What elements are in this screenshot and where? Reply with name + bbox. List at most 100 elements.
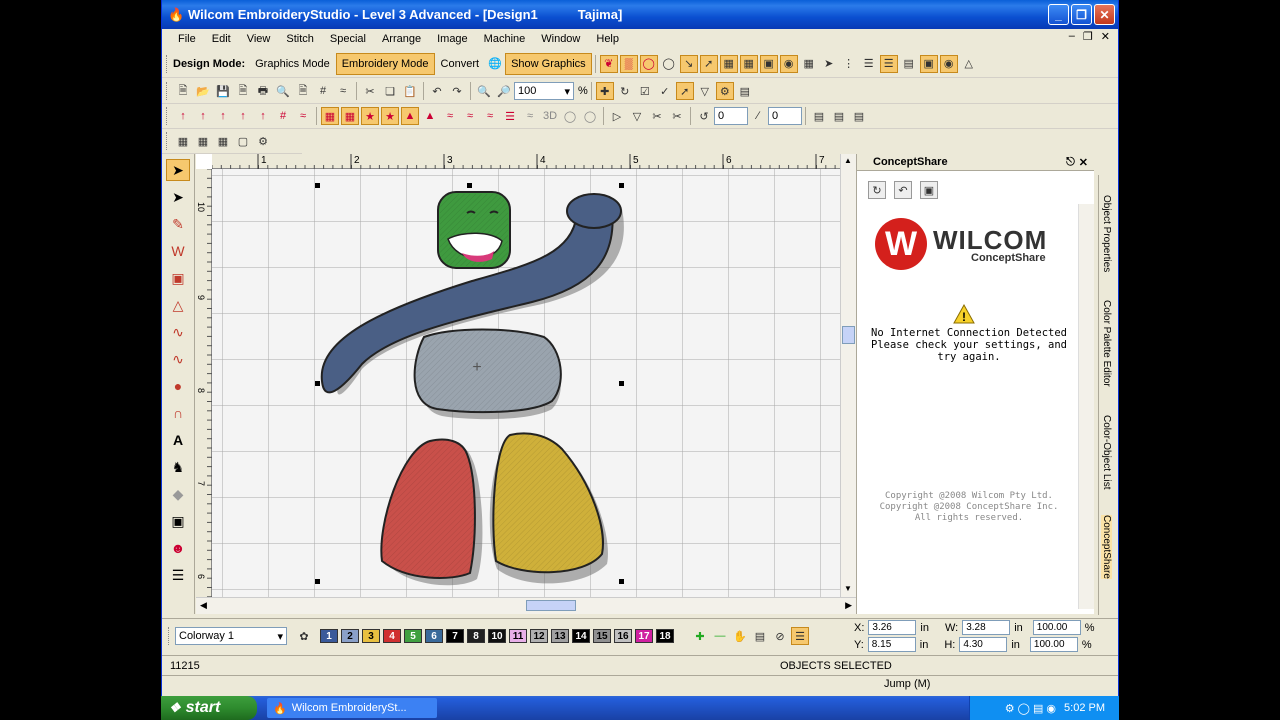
tab-conceptshare[interactable]: ConceptShare [1101,515,1112,579]
frame-tool-icon[interactable]: ▣ [919,54,938,73]
convert-button[interactable]: Convert [435,53,486,75]
view5-icon[interactable]: ⚙ [254,132,272,150]
stitch1-icon[interactable]: ↑ [174,107,192,125]
satin-tool-icon[interactable]: ❦ [599,54,618,73]
fill1-icon[interactable]: ▦ [321,107,339,125]
panel-scrollbar[interactable] [1078,204,1094,609]
monogram-tool-icon[interactable]: W [166,240,190,262]
width-percent-field[interactable]: 100.00 [1032,620,1081,635]
zoom-combo[interactable]: 100 ▾ [514,82,574,100]
color-swatch[interactable]: 3 [362,629,380,643]
pin-icon[interactable]: ⎋ [1066,156,1075,169]
fill4-icon[interactable]: ★ [381,107,399,125]
add-color-icon[interactable]: ✚ [691,627,709,645]
close-button[interactable]: ✕ [1094,4,1115,25]
fill10-icon[interactable]: ☰ [501,107,519,125]
remove-color-icon[interactable]: — [711,627,729,645]
paste-icon[interactable]: 📋 [401,82,419,100]
menu-arrange[interactable]: Arrange [374,33,429,45]
list-tool-icon[interactable]: ☰ [879,54,898,73]
color-swatch[interactable]: 1 [320,629,338,643]
print-icon[interactable]: 🖶 [254,82,272,100]
stitch7-icon[interactable]: ≈ [294,107,312,125]
hand-icon[interactable]: ✋ [731,627,749,645]
reshape-tool-icon[interactable]: ➤ [166,186,190,208]
save-icon[interactable]: 💾 [214,82,232,100]
dots-tool-icon[interactable]: ⋮ [840,55,858,73]
fill8-icon[interactable]: ≈ [461,107,479,125]
shape-tool-icon[interactable]: ◯ [639,54,658,73]
h-field[interactable]: 4.30 [959,637,1008,652]
run-tool-icon[interactable]: ∿ [166,321,190,343]
maximize-button[interactable]: ❐ [1071,4,1092,25]
palette-tool-icon[interactable]: ◉ [779,54,798,73]
stitch2-icon[interactable]: ↑ [194,107,212,125]
color-swatch[interactable]: 11 [509,629,527,643]
slow-redraw-icon[interactable]: ▤ [736,82,754,100]
minimize-button[interactable]: _ [1048,4,1069,25]
align-icon[interactable]: ▤ [810,107,828,125]
horizontal-scrollbar[interactable]: ◀ ▶ [196,597,874,614]
mirror-h-icon[interactable]: ▷ [608,107,626,125]
eye-tool-icon[interactable]: ◉ [939,54,958,73]
rotate-icon[interactable]: ↺ [695,107,713,125]
open-icon[interactable]: 📂 [194,82,212,100]
color-swatch[interactable]: 7 [446,629,464,643]
column-tool-icon[interactable]: ∿ [166,348,190,370]
skew-icon[interactable]: ∕ [749,107,767,125]
menu-stitch[interactable]: Stitch [278,33,322,45]
color-swatch[interactable]: 5 [404,629,422,643]
frame-tool-icon[interactable]: ▣ [166,510,190,532]
align3-icon[interactable]: ▤ [850,107,868,125]
needle-icon[interactable]: ➚ [675,82,694,100]
export-icon[interactable]: 🗎 [294,82,312,100]
diamond-tool-icon[interactable]: ◆ [166,483,190,505]
grid-tool-icon[interactable]: ▦ [719,54,738,73]
start-button[interactable]: ❖ start [161,696,257,720]
team-tool-icon[interactable]: ♞ [166,456,190,478]
select-icon[interactable]: ✚ [595,82,614,100]
refresh-icon[interactable]: ↻ [868,181,886,199]
vertical-scroll-thumb[interactable] [842,326,855,344]
outline-tool-icon[interactable]: ◯ [660,55,678,73]
applique-tool-icon[interactable]: ▣ [166,267,190,289]
lines-tool-icon[interactable]: ☰ [860,55,878,73]
graphics-mode-button[interactable]: Graphics Mode [249,53,336,75]
menu-help[interactable]: Help [588,33,627,45]
mirror-v-icon[interactable]: ▽ [628,107,646,125]
waves-icon[interactable]: ≈ [334,82,352,100]
color-swatch[interactable]: 18 [656,629,674,643]
mdi-minimize-icon[interactable]: – [1069,30,1075,43]
scroll-left-icon[interactable]: ◀ [200,600,207,611]
travel-icon[interactable]: ⚙ [715,82,734,100]
skew-angle-field[interactable]: 0 [768,107,802,125]
stitch4-icon[interactable]: ↑ [234,107,252,125]
copy-icon[interactable]: ❏ [381,82,399,100]
bars-tool-icon[interactable]: ▤ [900,55,918,73]
thread-icon[interactable]: ▤ [751,627,769,645]
scroll-up-icon[interactable]: ▲ [844,156,852,165]
fill5-icon[interactable]: ▲ [401,107,419,125]
stitch-tool-icon[interactable]: ▦ [800,55,818,73]
stitch5-icon[interactable]: ↑ [254,107,272,125]
hatch-tool-icon[interactable]: ☰ [166,564,190,586]
knife-tool-icon[interactable]: ✎ [166,213,190,235]
view4-icon[interactable]: ▢ [234,132,252,150]
hoop-tool-icon[interactable]: △ [960,55,978,73]
tab-color-object-list[interactable]: Color-Object List [1101,415,1112,489]
no-color-icon[interactable]: ⊘ [771,627,789,645]
pin-tool-icon[interactable]: ➚ [699,54,718,73]
pointer-tool-icon[interactable]: ➤ [820,55,838,73]
rotate-angle-field[interactable]: 0 [714,107,748,125]
view2-icon[interactable]: ▦ [194,132,212,150]
embroidery-mode-button[interactable]: Embroidery Mode [335,52,435,75]
color-swatch[interactable]: 4 [383,629,401,643]
view1-icon[interactable]: ▦ [174,132,192,150]
tab-color-palette-editor[interactable]: Color Palette Editor [1101,300,1112,387]
zoom-icon[interactable]: 🔎 [495,82,513,100]
cut-icon[interactable]: ✂ [361,82,379,100]
stitch-check-icon[interactable]: ✓ [656,82,674,100]
x-field[interactable]: 3.26 [868,620,917,635]
grid-icon[interactable]: # [314,82,332,100]
color-swatch[interactable]: 2 [341,629,359,643]
